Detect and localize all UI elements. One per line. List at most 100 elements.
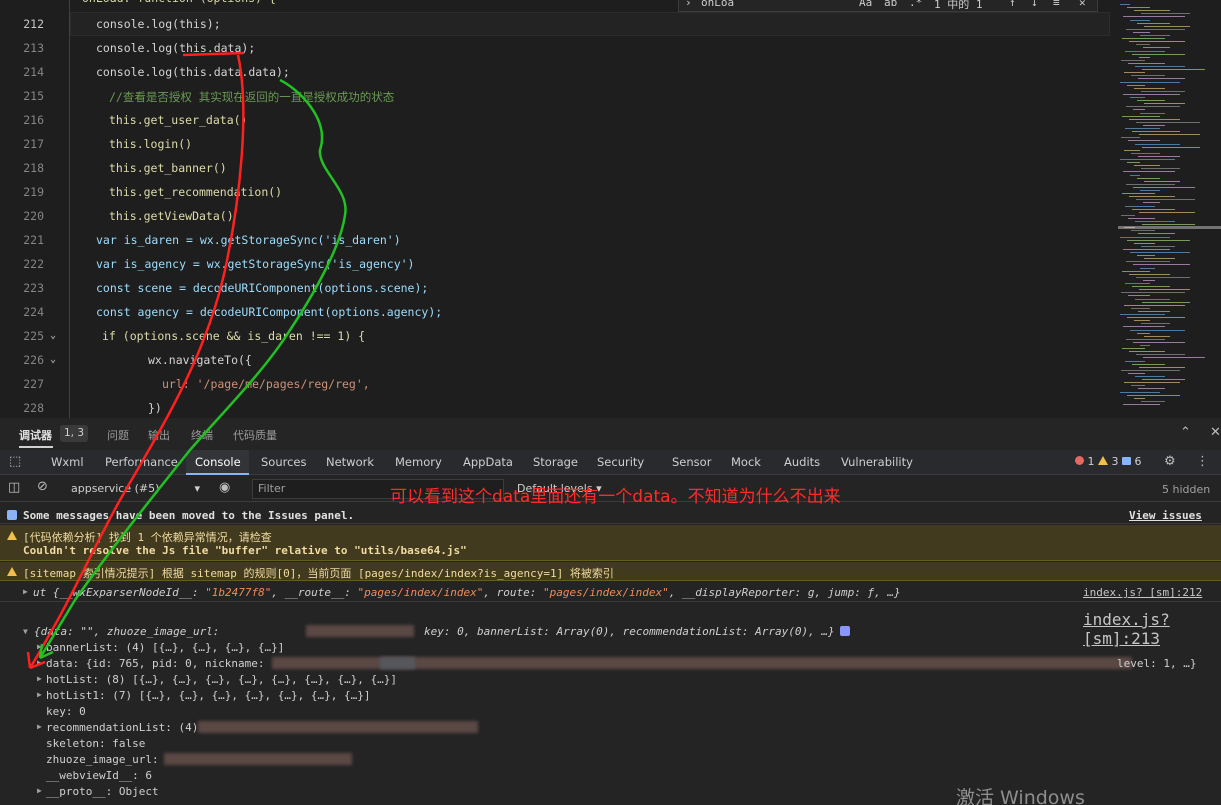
find-chevron-icon[interactable]: ›	[685, 0, 692, 9]
code-line[interactable]: console.log(this);	[96, 17, 221, 31]
source-link-213[interactable]: index.js? [sm]:213	[1083, 610, 1221, 648]
minimap-line	[1138, 388, 1165, 390]
match-case-icon[interactable]: Aa	[859, 0, 872, 9]
expand-triangle-icon[interactable]: ▶	[37, 674, 42, 683]
minimap-line	[1126, 28, 1185, 30]
code-line[interactable]: this.login()	[109, 137, 192, 151]
collapse-triangle-icon[interactable]: ▼	[23, 627, 28, 636]
devtools-tab-network[interactable]: Network	[326, 455, 374, 469]
code-line[interactable]: //查看是否授权 其实现在返回的一直是授权成功的状态	[109, 89, 394, 105]
view-issues-link[interactable]: View issues	[1129, 509, 1202, 522]
code-editor[interactable]: 212 213 214 215 216 217 218 219 220 221 222 223 224 2…	[0, 0, 1221, 418]
prop-bannerList[interactable]: bannerList: (4) [{…}, {…}, {…}, {…}]	[46, 641, 284, 654]
devtools-tab-memory[interactable]: Memory	[395, 455, 442, 469]
minimap-line	[1131, 75, 1165, 77]
devtools-tab-mock[interactable]: Mock	[731, 455, 761, 469]
minimap[interactable]	[1112, 0, 1221, 418]
devtools-tab-storage[interactable]: Storage	[533, 455, 578, 469]
tab-terminal[interactable]: 终端	[191, 427, 213, 443]
clear-console-icon[interactable]: ⊘	[37, 479, 48, 494]
sidebar-toggle-icon[interactable]: ◫	[8, 480, 20, 495]
devtools-tab-security[interactable]: Security	[597, 455, 644, 469]
find-input[interactable]: onLoa	[701, 0, 734, 9]
tab-code-quality[interactable]: 代码质量	[233, 427, 277, 443]
devtools-tab-wxml[interactable]: Wxml	[51, 455, 84, 469]
log1-route-key: , __route__:	[271, 586, 358, 599]
minimap-line	[1135, 66, 1185, 67]
prop-proto[interactable]: __proto__: Object	[46, 785, 159, 798]
fold-chevron-icon[interactable]: ⌄	[50, 354, 56, 365]
tab-issues[interactable]: 问题	[107, 427, 129, 443]
code-line[interactable]: this.get_banner()	[109, 161, 227, 175]
devtools-tab-sensor[interactable]: Sensor	[672, 455, 711, 469]
expand-triangle-icon[interactable]: ▶	[37, 658, 42, 667]
minimap-line	[1124, 72, 1145, 74]
devtools-tab-vulnerability[interactable]: Vulnerability	[841, 455, 913, 469]
inspect-element-icon[interactable]: ⬚	[9, 454, 21, 469]
console-output[interactable]: Some messages have been moved to the Iss…	[0, 504, 1221, 805]
code-line[interactable]: this.get_recommendation()	[109, 185, 282, 199]
log-object-preview[interactable]: ut {__wxExparserNodeId__: "1b2477f8", __…	[33, 586, 901, 599]
code-line[interactable]: url: '/page/me/pages/reg/reg',	[162, 377, 370, 391]
code-line[interactable]: })	[148, 401, 162, 415]
fold-chevron-icon[interactable]: ⌄	[50, 330, 56, 341]
expand-triangle-icon[interactable]: ▶	[37, 690, 42, 699]
message-counts[interactable]: 1 3 6	[1075, 455, 1142, 468]
devtools-tab-sources[interactable]: Sources	[261, 455, 307, 469]
close-find-icon[interactable]: ✕	[1079, 0, 1086, 9]
prop-data[interactable]: data: {id: 765, pid: 0, nickname:	[46, 657, 271, 670]
prop-hotList[interactable]: hotList: (8) [{…}, {…}, {…}, {…}, {…}, {…	[46, 673, 397, 686]
code-line[interactable]: const agency = decodeURIComponent(option…	[96, 305, 442, 319]
next-match-icon[interactable]: ↓	[1031, 0, 1038, 9]
line-number: 214	[23, 65, 44, 79]
line-number: 227	[23, 377, 44, 391]
tab-output[interactable]: 输出	[148, 427, 170, 443]
find-widget[interactable]: › onLoa Aa ab .* 1 中的 1 ↑ ↓ ≡ ✕	[678, 0, 1098, 12]
code-line[interactable]: var is_daren = wx.getStorageSync('is_dar…	[96, 233, 401, 247]
collapse-panel-icon[interactable]: ⌃	[1180, 425, 1191, 440]
minimap-line	[1134, 397, 1145, 399]
expand-triangle-icon[interactable]: ▶	[37, 722, 42, 731]
code-line[interactable]: console.log(this.data);	[96, 41, 255, 55]
code-line[interactable]: console.log(this.data.data);	[96, 65, 290, 79]
line-number: 213	[23, 41, 44, 55]
warning-icon	[1098, 456, 1108, 465]
minimap-line	[1144, 258, 1175, 260]
devtools-tab-appdata[interactable]: AppData	[463, 455, 513, 469]
expand-triangle-icon[interactable]: ▶	[37, 786, 42, 795]
tab-debugger[interactable]: 调试器	[19, 427, 52, 443]
object-preview-head[interactable]: {data: "", zhuoze_image_url:	[34, 625, 226, 638]
expand-triangle-icon[interactable]: ▶	[37, 642, 42, 651]
minimap-line	[1143, 47, 1170, 49]
prop-recommendationList[interactable]: recommendationList: (4)	[46, 721, 205, 734]
devtools-tab-console[interactable]: Console	[195, 455, 241, 469]
devtools-tab-audits[interactable]: Audits	[784, 455, 820, 469]
minimap-line	[1130, 97, 1145, 98]
whole-word-icon[interactable]: ab	[884, 0, 897, 9]
code-line[interactable]: wx.navigateTo({	[148, 353, 252, 367]
code-line[interactable]: this.get_user_data()	[109, 113, 247, 127]
devtools-tab-performance[interactable]: Performance	[105, 455, 178, 469]
expand-triangle-icon[interactable]: ▶	[23, 587, 28, 596]
minimap-line	[1122, 270, 1150, 272]
minimap-line	[1134, 10, 1170, 12]
more-options-icon[interactable]: ⋮	[1196, 454, 1209, 469]
close-panel-icon[interactable]: ✕	[1210, 425, 1221, 440]
code-line[interactable]: if (options.scene && is_daren !== 1) {	[102, 329, 365, 343]
log1-rest: , __displayReporter: g, jump: ƒ, …}	[668, 586, 901, 599]
settings-gear-icon[interactable]: ⚙	[1164, 454, 1176, 469]
source-link-212[interactable]: index.js? [sm]:212	[1083, 586, 1202, 599]
code-line[interactable]: this.getViewData()	[109, 209, 234, 223]
code-line[interactable]: const scene = decodeURIComponent(options…	[96, 281, 428, 295]
minimap-line	[1127, 162, 1140, 164]
code-line[interactable]: var is_agency = wx.getStorageSync('is_ag…	[96, 257, 415, 271]
regex-icon[interactable]: .*	[909, 0, 922, 9]
prop-hotList1[interactable]: hotList1: (7) [{…}, {…}, {…}, {…}, {…}, …	[46, 689, 371, 702]
eye-icon[interactable]: ◉	[219, 480, 230, 495]
context-select[interactable]: appservice (#5) ▾	[64, 479, 206, 499]
log-row-this[interactable]: ▶ ut {__wxExparserNodeId__: "1b2477f8", …	[0, 582, 1221, 602]
find-selection-icon[interactable]: ≡	[1053, 0, 1060, 9]
prev-match-icon[interactable]: ↑	[1009, 0, 1016, 9]
minimap-line	[1133, 341, 1185, 343]
minimap-slider[interactable]	[1118, 226, 1221, 229]
